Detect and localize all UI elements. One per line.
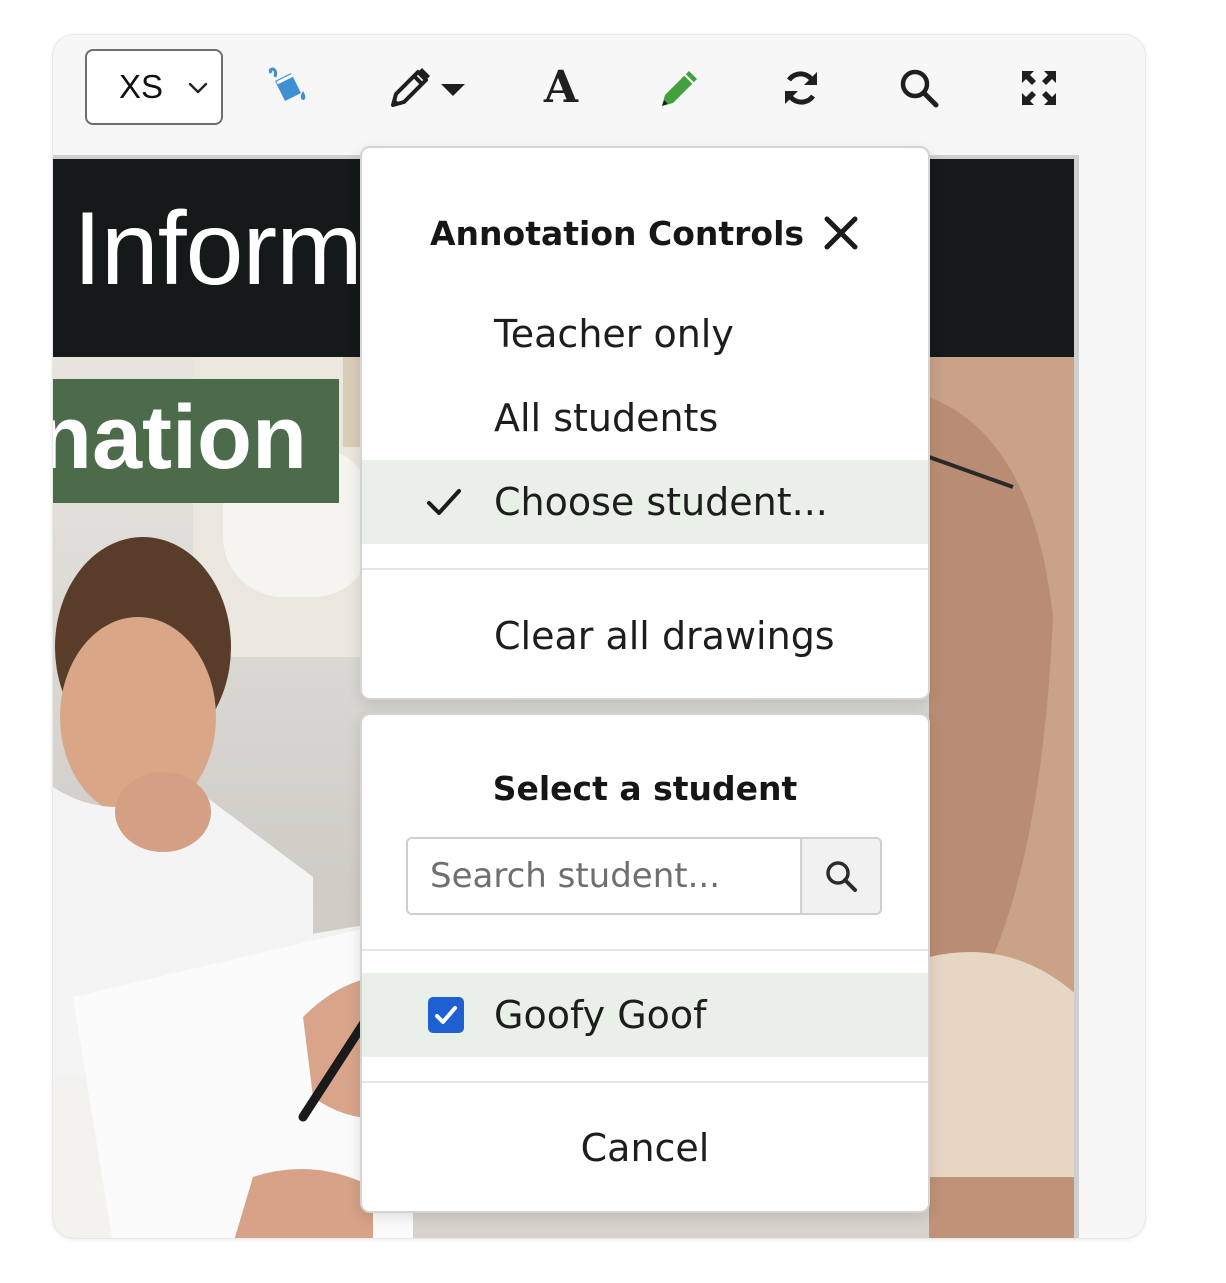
menu-item-label: Teacher only (494, 312, 734, 356)
slide-label: nation (53, 379, 339, 503)
panel-title: Select a student (492, 769, 798, 808)
fullscreen-icon (1022, 71, 1056, 105)
highlighter-pencil-icon (662, 71, 697, 106)
clear-all-drawings-button[interactable]: Clear all drawings (362, 594, 928, 678)
menu-item-choose-student[interactable]: Choose student... (362, 460, 928, 544)
select-student-panel: Select a student Goofy Goof Cancel (360, 713, 930, 1213)
pencil-tool-button[interactable] (387, 65, 471, 111)
student-search (406, 837, 882, 915)
search-icon (900, 69, 939, 108)
fullscreen-button[interactable] (1019, 65, 1059, 111)
search-button[interactable] (800, 839, 880, 913)
pencil-dropdown-icon (391, 68, 465, 107)
chevron-down-icon (188, 82, 208, 94)
student-list-item[interactable]: Goofy Goof (362, 973, 928, 1057)
refresh-icon (785, 71, 817, 105)
slide-label-text: nation (53, 388, 307, 488)
highlighter-tool-button[interactable] (657, 65, 703, 111)
text-icon: A (543, 62, 579, 113)
menu-item-label: All students (494, 396, 719, 440)
slide-title: Inform (73, 191, 363, 307)
text-tool-button[interactable]: A (541, 65, 581, 111)
close-icon[interactable] (822, 214, 860, 252)
menu-item-teacher-only[interactable]: Teacher only (362, 292, 928, 376)
size-select[interactable]: XS (85, 49, 223, 125)
annotation-controls-panel: Annotation Controls Teacher only All stu… (360, 146, 930, 700)
divider (362, 568, 928, 570)
cancel-button[interactable]: Cancel (362, 1083, 928, 1211)
clear-all-drawings-label: Clear all drawings (494, 614, 835, 658)
search-input[interactable] (408, 839, 802, 913)
checkmark-icon (435, 1006, 457, 1024)
student-checkbox[interactable] (428, 997, 464, 1033)
fill-tool-button[interactable] (265, 65, 311, 111)
toolbar: XS A (53, 35, 1145, 153)
check-icon (427, 489, 461, 515)
zoom-search-button[interactable] (897, 65, 941, 111)
menu-item-all-students[interactable]: All students (362, 376, 928, 460)
fill-icon (268, 67, 306, 101)
size-select-value: XS (119, 68, 164, 105)
refresh-button[interactable] (779, 65, 823, 111)
student-name: Goofy Goof (494, 993, 707, 1037)
menu-item-label: Choose student... (494, 480, 828, 524)
divider (362, 949, 928, 951)
panel-title: Annotation Controls (430, 214, 805, 253)
search-icon (826, 861, 857, 892)
cancel-label: Cancel (580, 1126, 710, 1170)
